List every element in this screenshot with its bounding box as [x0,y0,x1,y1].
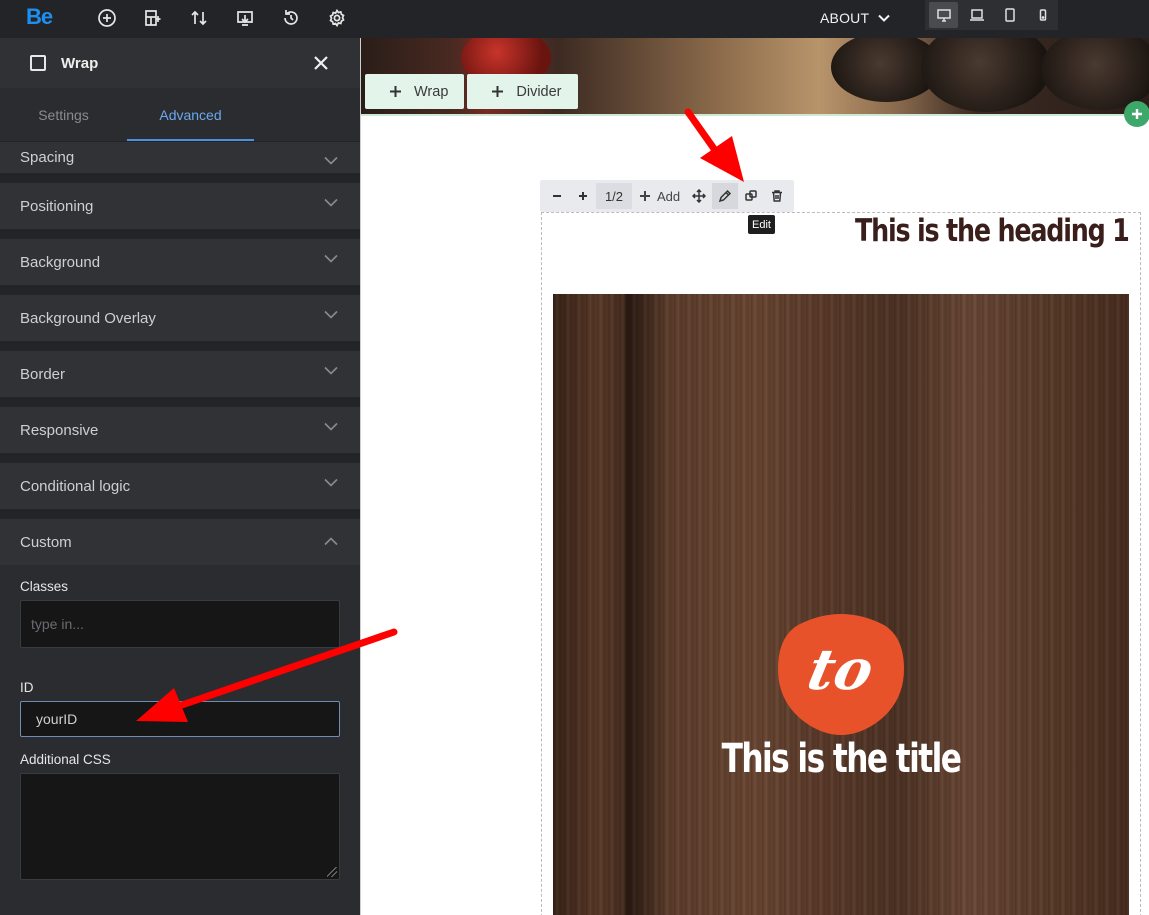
hero-image-meat [921,38,1051,112]
wrap-icon [30,55,46,71]
chevron-down-icon [324,198,338,207]
tab-settings[interactable]: Settings [0,88,127,141]
additional-css-label: Additional CSS [20,752,111,767]
chevron-down-icon [324,156,338,165]
section-spacing[interactable]: Spacing [0,142,360,183]
chevron-down-icon [324,366,338,375]
desktop-icon[interactable] [929,2,959,28]
plus-icon [640,191,650,201]
heading-1[interactable]: This is the heading 1 [855,213,1130,249]
image-title[interactable]: This is the title [616,736,1065,782]
chevron-down-icon [324,422,338,431]
section-divider-line [361,114,1149,116]
add-wrap-label: Wrap [414,83,449,100]
section-label: Conditional logic [20,477,131,495]
logo-badge: to [778,614,904,735]
section-custom[interactable]: Custom [0,519,360,565]
tablet-icon[interactable] [996,2,1025,28]
id-input[interactable]: yourID [20,701,340,737]
section-responsive[interactable]: Responsive [0,407,360,463]
classes-input[interactable]: type in... [20,600,340,648]
move-icon[interactable] [686,183,712,209]
add-item-button[interactable]: Add [632,183,686,209]
classes-label: Classes [20,579,69,594]
wood-background-image[interactable]: to This is the title [553,294,1129,915]
add-item-label: Add [657,188,681,204]
custom-section-body: Classes type in... ID yourID Additional … [0,565,360,895]
add-divider-label: Divider [516,83,562,100]
section-positioning[interactable]: Positioning [0,183,360,239]
chevron-up-icon [324,537,338,546]
sidebar-header: Wrap [0,38,360,88]
top-toolbar: Be ABOUT [0,0,1149,38]
add-wrap-button[interactable]: Wrap [365,74,465,109]
decrease-size-button[interactable] [544,183,570,209]
minus-icon [553,195,561,197]
add-circle-icon[interactable] [94,5,120,31]
plus-icon [492,86,504,97]
section-border[interactable]: Border [0,351,360,407]
layout-add-icon[interactable] [140,5,166,31]
add-section-button[interactable] [1124,101,1149,127]
import-icon[interactable] [232,5,258,31]
section-label: Custom [20,533,72,551]
increase-size-button[interactable] [570,183,596,209]
sort-arrows-icon[interactable] [186,5,212,31]
section-label: Border [20,365,66,383]
section-label: Background [20,253,101,271]
wrap-container[interactable]: This is the heading 1 to This is the tit… [541,212,1141,915]
section-label: Spacing [20,149,75,166]
wrap-toolbar: 1/2 Add [540,180,795,212]
sidebar-tabs: Settings Advanced [0,88,360,142]
page-canvas: Wrap Divider 1/2 Add Edit This is the he… [360,38,1149,915]
section-label: Background Overlay [20,309,156,327]
chevron-down-icon [324,310,338,319]
plus-icon [1132,109,1142,119]
page-selector-label: ABOUT [820,10,870,26]
close-icon[interactable] [312,54,330,72]
laptop-icon[interactable] [962,2,991,28]
mobile-icon[interactable] [1029,2,1058,28]
gear-icon[interactable] [324,5,350,31]
duplicate-icon[interactable] [738,183,764,209]
pencil-icon[interactable] [712,183,739,209]
settings-sidebar: Wrap Settings Advanced Spacing Positioni… [0,38,360,915]
tab-advanced[interactable]: Advanced [127,88,254,141]
section-background[interactable]: Background [0,239,360,295]
sidebar-title: Wrap [61,54,99,72]
add-divider-button[interactable]: Divider [467,74,578,109]
hero-image-meat [1041,38,1149,110]
section-background-overlay[interactable]: Background Overlay [0,295,360,351]
section-conditional-logic[interactable]: Conditional logic [0,463,360,519]
trash-icon[interactable] [764,183,790,209]
plus-icon [390,86,401,97]
additional-css-textarea[interactable] [20,773,340,880]
section-label: Responsive [20,421,99,439]
device-switcher [925,0,1058,30]
id-label: ID [20,680,34,695]
chevron-down-icon [878,14,890,22]
chevron-down-icon [324,254,338,263]
chevron-down-icon [324,478,338,487]
add-element-bar: Wrap Divider [365,74,578,109]
page-selector[interactable]: ABOUT [820,6,891,30]
plus-icon [579,192,587,200]
section-label: Positioning [20,197,94,215]
builder-logo[interactable]: Be [26,4,53,30]
history-icon[interactable] [278,5,304,31]
wrap-size-label: 1/2 [596,183,632,209]
